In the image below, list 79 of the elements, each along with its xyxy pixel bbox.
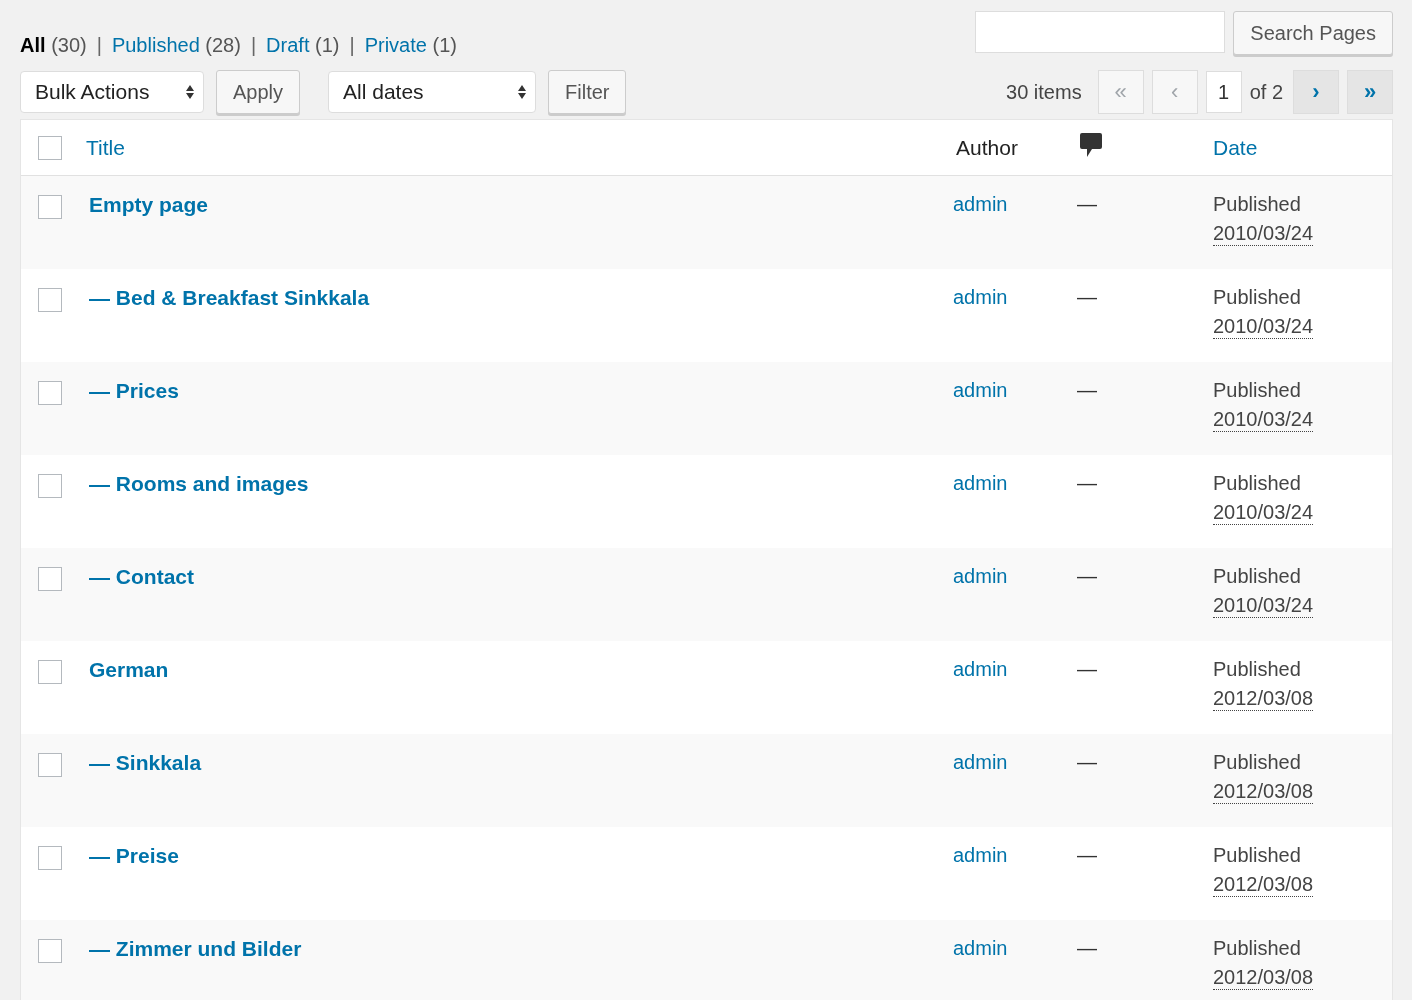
post-status: Published (1213, 658, 1301, 681)
search-button[interactable]: Search Pages (1233, 11, 1393, 55)
page-title-link[interactable]: — Preise (89, 844, 179, 867)
sort-arrows-icon (185, 84, 195, 100)
post-date: 2010/03/24 (1213, 501, 1314, 525)
status-filter-link[interactable]: Draft (1) (266, 34, 340, 57)
comment-count: — (1077, 658, 1097, 680)
status-filter-link[interactable]: All (30) (20, 34, 87, 57)
row-checkbox[interactable] (38, 846, 62, 870)
select-all-checkbox[interactable] (38, 135, 62, 160)
page-title-link[interactable]: — Bed & Breakfast Sinkkala (89, 286, 370, 309)
search-field[interactable] (975, 11, 1226, 53)
row-checkbox[interactable] (38, 939, 62, 963)
post-date: 2010/03/24 (1213, 315, 1314, 339)
comment-count: — (1077, 844, 1097, 866)
comment-count: — (1077, 565, 1097, 587)
separator: | (250, 34, 257, 57)
author-link[interactable]: admin (953, 193, 1008, 215)
row-checkbox[interactable] (38, 660, 62, 684)
page-title-link[interactable]: — Prices (89, 379, 179, 402)
sort-arrows-icon (517, 84, 528, 100)
post-date: 2012/03/08 (1213, 873, 1314, 897)
row-checkbox[interactable] (38, 195, 62, 219)
page-nav-button[interactable]: › (1293, 70, 1339, 114)
comment-count: — (1077, 472, 1097, 494)
comment-count: — (1077, 379, 1097, 401)
status-filter-link[interactable]: Private (1) (364, 34, 457, 57)
author-link[interactable]: admin (953, 286, 1008, 308)
post-status: Published (1213, 751, 1301, 774)
date-dropdown[interactable]: All dates (328, 71, 537, 113)
post-status: Published (1213, 937, 1301, 960)
page-title-link[interactable]: German (89, 658, 169, 681)
page-title-link[interactable]: — Zimmer und Bilder (89, 937, 302, 960)
status-filter-link[interactable]: Published (28) (111, 34, 241, 57)
column-header: Author (956, 135, 1018, 159)
post-status: Published (1213, 844, 1301, 867)
row-checkbox[interactable] (38, 288, 62, 312)
author-link[interactable]: admin (953, 472, 1008, 494)
comment-count: — (1077, 937, 1097, 959)
bulk-actions-dropdown[interactable]: Bulk Actions (20, 71, 204, 113)
post-date: 2010/03/24 (1213, 594, 1314, 618)
column-header[interactable]: Title (86, 135, 125, 159)
author-link[interactable]: admin (953, 658, 1008, 680)
apply-button[interactable]: Apply (216, 70, 301, 114)
post-date: 2012/03/08 (1213, 780, 1314, 804)
separator: | (349, 34, 355, 57)
row-checkbox[interactable] (38, 753, 62, 777)
post-date: 2010/03/24 (1213, 222, 1314, 246)
post-status: Published (1213, 472, 1301, 495)
page-title-link[interactable]: — Sinkkala (89, 751, 202, 774)
author-link[interactable]: admin (953, 937, 1008, 959)
page-title-link[interactable]: — Contact (89, 565, 194, 588)
author-link[interactable]: admin (953, 379, 1008, 401)
page-title-link[interactable]: — Rooms and images (89, 472, 309, 495)
post-status: Published (1213, 565, 1301, 588)
page-nav-button[interactable]: » (1347, 70, 1393, 114)
author-link[interactable]: admin (953, 844, 1008, 866)
post-date: 2010/03/24 (1213, 408, 1314, 432)
post-status: Published (1213, 286, 1301, 309)
filter-button[interactable]: Filter (548, 70, 627, 114)
post-date: 2012/03/08 (1213, 966, 1314, 990)
post-date: 2012/03/08 (1213, 687, 1314, 711)
separator: | (96, 34, 102, 57)
column-header[interactable]: Date (1213, 135, 1258, 159)
comment-count: — (1077, 751, 1097, 773)
item-count: 30 items (1006, 80, 1082, 104)
comment-count: — (1077, 193, 1097, 215)
row-checkbox[interactable] (38, 381, 62, 405)
row-checkbox[interactable] (38, 474, 62, 498)
post-status: Published (1213, 379, 1301, 402)
comment-bubble-icon (1080, 133, 1102, 157)
comment-count: — (1077, 286, 1097, 308)
author-link[interactable]: admin (953, 751, 1008, 773)
author-link[interactable]: admin (953, 565, 1008, 587)
page-total: of 2 (1249, 80, 1283, 104)
page-title-link[interactable]: Empty page (89, 193, 209, 216)
page-number-field[interactable]: 1 (1205, 71, 1242, 113)
row-checkbox[interactable] (38, 567, 62, 591)
post-status: Published (1213, 193, 1301, 216)
